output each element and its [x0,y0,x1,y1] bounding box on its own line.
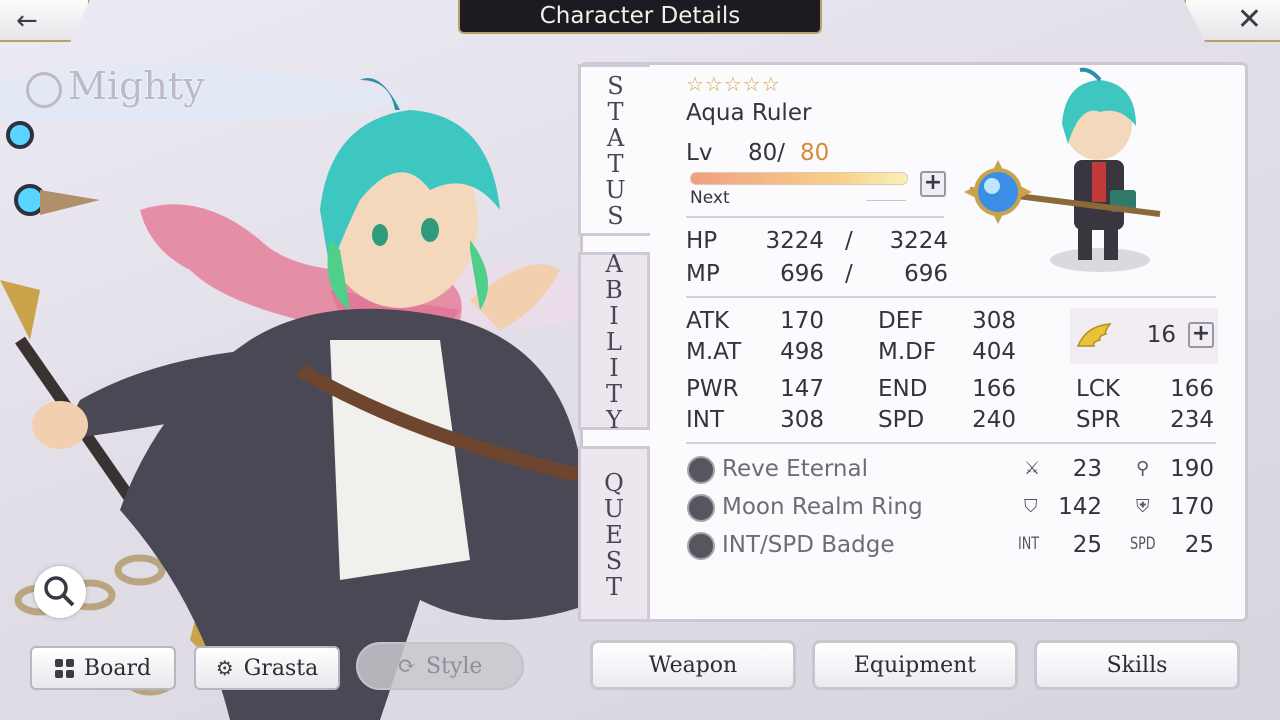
hp-max-value: 3224 [889,228,948,254]
hp-separator: / [845,228,853,254]
exp-bar [690,172,908,185]
style-button-label: Style [426,653,483,679]
tab-status-label: STATUS [601,72,630,228]
spd-stat-icon: SPD [1130,534,1156,554]
level-current: 80/ [748,140,786,166]
stat-spd-label: SPD [878,407,925,433]
equip-armor-def: 142 [1058,494,1102,520]
level-max: 80 [800,140,830,166]
character-name: Aqua Ruler [686,100,812,126]
stat-mat-value: 498 [780,339,824,365]
stat-mat-label: M.AT [686,339,742,365]
equipment-button-label: Equipment [853,652,977,678]
weapon-icon [687,456,715,484]
divider [686,216,944,218]
skills-button-label: Skills [1106,652,1168,678]
equip-weapon-name[interactable]: Reve Eternal [722,456,868,482]
stat-lck-label: LCK [1076,376,1120,402]
grasta-button-label: Grasta [243,655,319,681]
level-label: Lv [686,140,713,166]
badge-icon [687,532,715,560]
tab-quest[interactable]: QUEST [578,446,650,622]
board-button[interactable]: Board [30,646,176,690]
grasta-icon: ⚙ [215,656,234,680]
equip-badge-name[interactable]: INT/SPD Badge [722,532,895,558]
equip-armor-name[interactable]: Moon Realm Ring [722,494,923,520]
class-label-text: Mighty [68,64,205,108]
grasta-button[interactable]: ⚙ Grasta [194,646,340,690]
stat-end-value: 166 [972,376,1016,402]
wing-icon [1076,323,1112,347]
mp-label: MP [686,261,720,287]
page-title: Character Details [458,0,822,34]
equipment-button[interactable]: Equipment [812,640,1018,690]
wing-count-value: 16 [1146,322,1176,348]
board-button-label: Board [83,655,152,681]
stat-spr-value: 234 [1170,407,1214,433]
tab-status[interactable]: STATUS [578,64,650,236]
tab-quest-label: QUEST [600,469,628,599]
equip-armor-mdf: 170 [1170,494,1214,520]
level-up-button[interactable]: + [920,171,946,197]
stat-pwr-value: 147 [780,376,824,402]
plus-icon: + [1191,321,1211,346]
int-stat-icon: INT [1018,534,1040,554]
close-button[interactable]: ✕ [1184,0,1280,42]
stat-spr-label: SPR [1076,407,1121,433]
hp-value: 3224 [765,228,824,254]
class-label: Mighty [26,64,205,108]
equip-badge-int: 25 [1072,532,1102,558]
stat-pwr-label: PWR [686,376,739,402]
stat-int-value: 308 [780,407,824,433]
divider [686,442,1216,444]
equip-weapon-mat: 190 [1170,456,1214,482]
weapon-button-label: Weapon [648,652,738,678]
cross-shield-icon: ⛨ [1136,496,1150,517]
stat-mdf-label: M.DF [878,339,937,365]
back-button[interactable]: ← [0,0,90,42]
equip-badge-spd: 25 [1184,532,1214,558]
board-icon [54,658,74,678]
stat-def-label: DEF [878,308,924,334]
stat-atk-label: ATK [686,308,730,334]
stat-int-label: INT [686,407,725,433]
refresh-icon: ⟳ [397,653,417,679]
ring-icon [687,494,715,522]
arrow-left-icon: ← [16,6,38,36]
skills-button[interactable]: Skills [1034,640,1240,690]
weapon-button[interactable]: Weapon [590,640,796,690]
mp-value: 696 [780,261,824,287]
mp-max-value: 696 [904,261,948,287]
shield-icon: ⛉ [1024,496,1038,517]
close-icon: ✕ [1236,2,1262,37]
plus-icon: + [923,170,943,195]
equip-weapon-atk: 23 [1072,456,1102,482]
mp-separator: / [845,261,853,287]
exp-next-label: Next [690,188,730,208]
hp-label: HP [686,228,718,254]
style-button[interactable]: ⟳ Style [356,642,524,690]
stat-mdf-value: 404 [972,339,1016,365]
divider [686,296,1216,298]
stat-spd-value: 240 [972,407,1016,433]
tab-ability-label: ABILITY [600,250,628,432]
character-chibi-portrait [964,67,1161,272]
tab-ability[interactable]: ABILITY [578,250,650,432]
magnifier-icon [44,576,75,607]
wing-add-button[interactable]: + [1188,322,1214,348]
stat-def-value: 308 [972,308,1016,334]
staff-icon: ⚲ [1136,458,1150,479]
sword-icon: ⚔ [1024,458,1041,479]
class-emblem-icon [26,71,62,108]
rarity-stars: ☆☆☆☆☆ [686,72,781,96]
stat-atk-value: 170 [780,308,824,334]
stat-lck-value: 166 [1170,376,1214,402]
exp-next-placeholder [866,200,906,201]
zoom-button[interactable] [34,566,86,618]
stat-end-label: END [878,376,928,402]
